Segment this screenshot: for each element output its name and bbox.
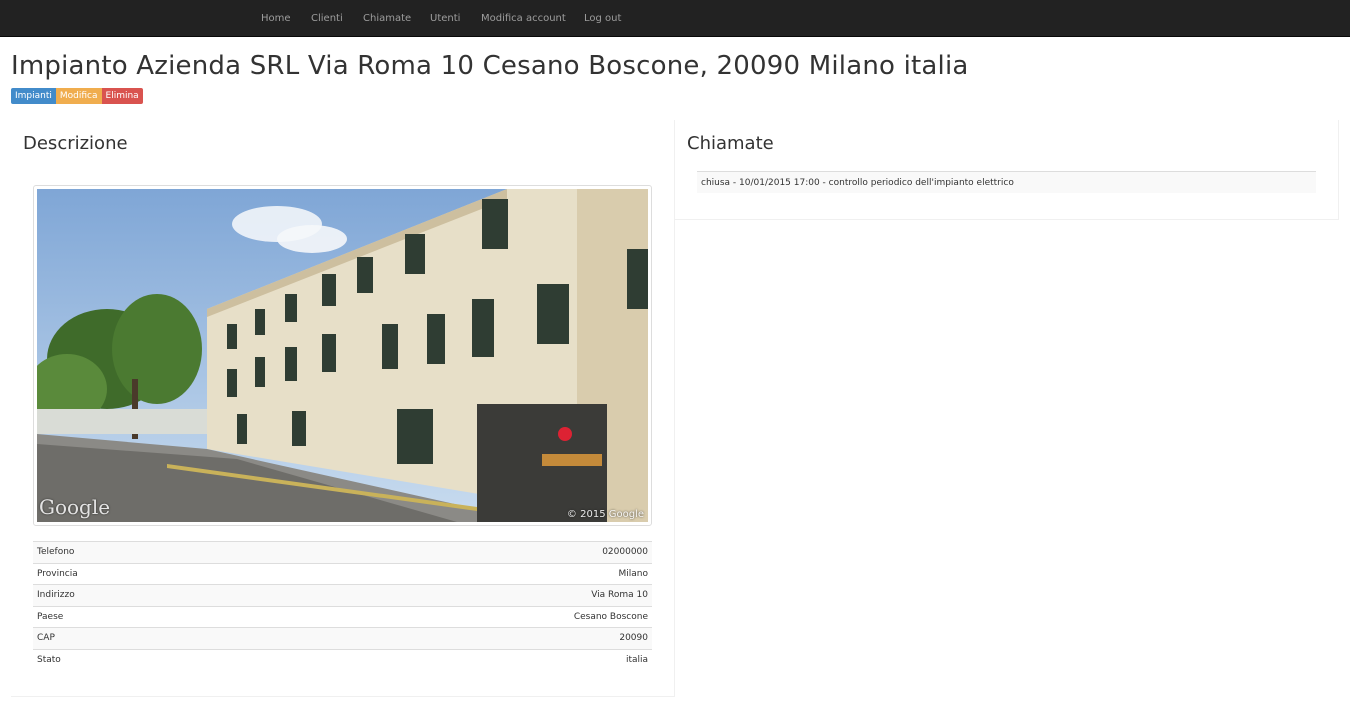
- top-navbar: Home Clienti Chiamate Utenti Modifica ac…: [0, 0, 1350, 37]
- row-label: Provincia: [33, 562, 264, 585]
- building-illustration: [37, 189, 648, 522]
- row-label: CAP: [33, 627, 264, 649]
- row-value: 20090: [263, 627, 652, 649]
- row-value: Milano: [263, 562, 652, 585]
- nav-link-home[interactable]: Home: [261, 13, 291, 24]
- street-view-photo-frame: Google © 2015 Google: [33, 185, 652, 526]
- street-view-photo: Google © 2015 Google: [37, 189, 648, 522]
- row-label: Indirizzo: [33, 584, 264, 606]
- table-row: Telefono 02000000: [33, 541, 652, 563]
- row-label: Telefono: [33, 541, 264, 563]
- row-label: Paese: [33, 605, 264, 628]
- descrizione-heading: Descrizione: [23, 133, 128, 154]
- nav-link-chiamate[interactable]: Chiamate: [363, 13, 411, 24]
- descrizione-table: Telefono 02000000 Provincia Milano Indir…: [33, 541, 652, 671]
- google-watermark: Google: [39, 495, 111, 519]
- page-title: Impianto Azienda SRL Via Roma 10 Cesano …: [11, 51, 969, 81]
- chiamate-heading: Chiamate: [687, 133, 774, 154]
- nav-link-utenti[interactable]: Utenti: [430, 13, 460, 24]
- table-row: Provincia Milano: [33, 562, 652, 585]
- modifica-button[interactable]: Modifica: [55, 88, 102, 104]
- row-value: Cesano Boscone: [263, 605, 652, 628]
- chiamate-panel: [675, 120, 1339, 220]
- nav-link-clienti[interactable]: Clienti: [311, 13, 343, 24]
- row-value: 02000000: [263, 541, 652, 563]
- action-button-group: Impianti Modifica Elimina: [11, 88, 143, 104]
- elimina-button[interactable]: Elimina: [101, 88, 143, 104]
- nav-link-modifica-account[interactable]: Modifica account: [481, 13, 566, 24]
- nav-link-log-out[interactable]: Log out: [584, 13, 621, 24]
- photo-copyright: © 2015 Google: [566, 509, 644, 520]
- table-row: CAP 20090: [33, 627, 652, 649]
- row-value: italia: [263, 648, 652, 671]
- table-row: Paese Cesano Boscone: [33, 605, 652, 628]
- chiamate-list: chiusa - 10/01/2015 17:00 - controllo pe…: [697, 171, 1316, 193]
- row-value: Via Roma 10: [263, 584, 652, 606]
- row-label: Stato: [33, 648, 264, 671]
- list-item[interactable]: chiusa - 10/01/2015 17:00 - controllo pe…: [697, 171, 1316, 193]
- table-row: Stato italia: [33, 648, 652, 671]
- impianti-button[interactable]: Impianti: [11, 88, 56, 104]
- table-row: Indirizzo Via Roma 10: [33, 584, 652, 606]
